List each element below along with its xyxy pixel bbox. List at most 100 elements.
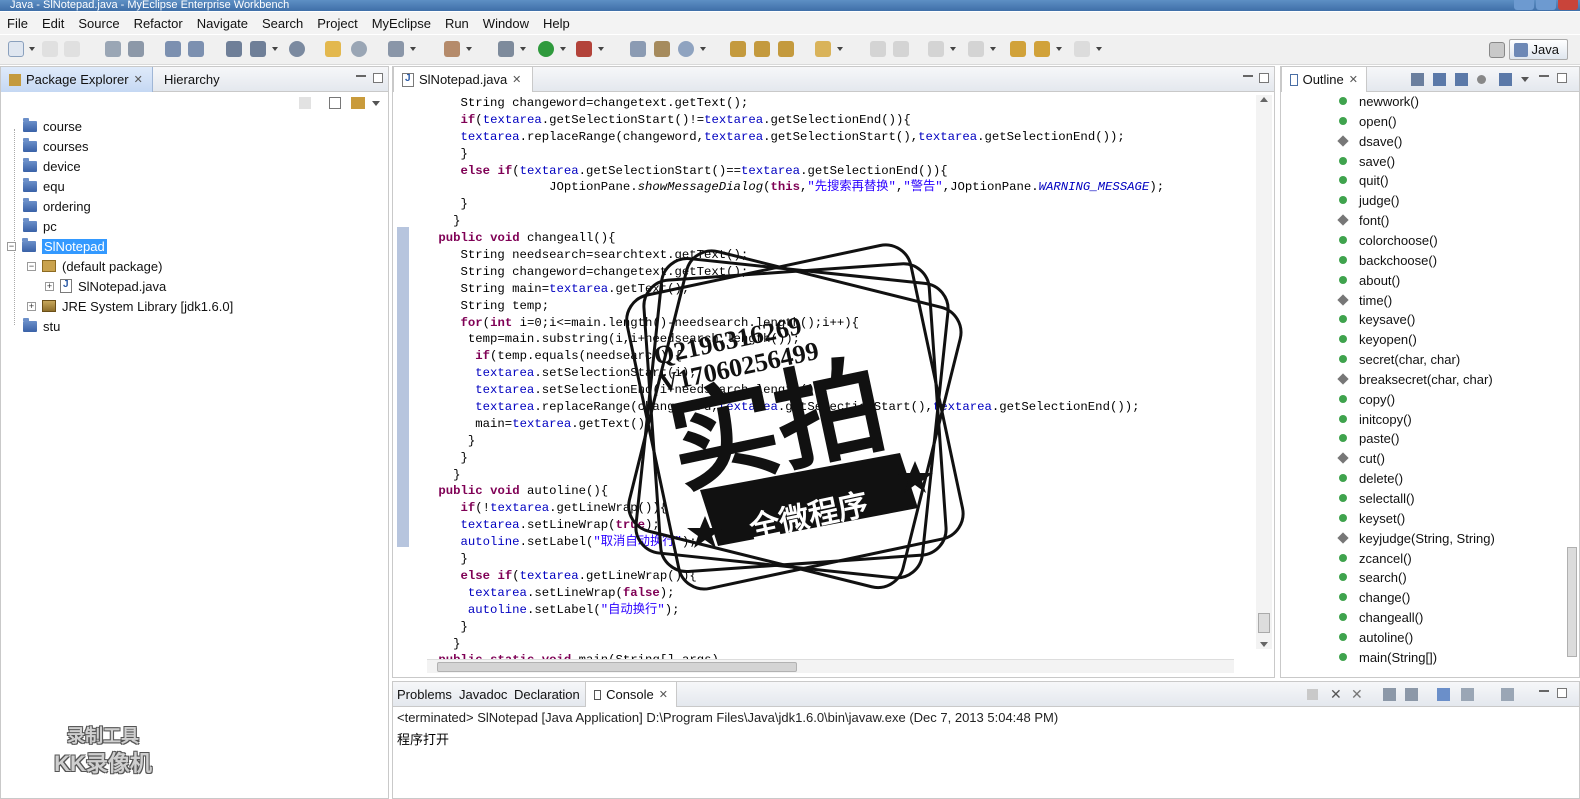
minimize-window-icon[interactable] — [1514, 0, 1534, 10]
maximize-pane-icon[interactable] — [373, 73, 383, 83]
editor-horizontal-scrollbar[interactable] — [427, 659, 1234, 673]
close-tab-icon[interactable]: ✕ — [1349, 73, 1358, 86]
outline-item[interactable]: changeall() — [1339, 608, 1423, 627]
outline-item[interactable]: copy() — [1339, 390, 1395, 409]
maximize-pane-icon[interactable] — [1557, 688, 1567, 698]
outline-item[interactable]: initcopy() — [1339, 410, 1412, 429]
open-folder-icon[interactable] — [325, 41, 341, 57]
open-type-icon[interactable] — [730, 41, 746, 57]
server-dropdown-icon[interactable] — [272, 47, 278, 51]
editor-horizontal-thumb[interactable] — [437, 662, 797, 672]
tree-item-jre-library[interactable]: + JRE System Library [jdk1.6.0] — [27, 297, 233, 315]
minimize-pane-icon[interactable] — [1243, 74, 1253, 77]
tree-item-slnotepad[interactable]: − SlNotepad — [7, 237, 107, 255]
display-console-icon[interactable] — [1461, 688, 1474, 701]
outline-item[interactable]: breaksecret(char, char) — [1337, 370, 1493, 389]
tab-slnotepad-java[interactable]: SlNotepad.java ✕ — [393, 67, 533, 92]
scroll-up-icon[interactable] — [1260, 97, 1268, 102]
outline-item[interactable]: keyopen() — [1339, 330, 1417, 349]
search-icon[interactable] — [778, 41, 794, 57]
outline-item[interactable]: keyjudge(String, String) — [1337, 529, 1495, 548]
save-icon[interactable] — [42, 41, 58, 57]
view-menu-icon[interactable] — [372, 101, 380, 106]
outline-item[interactable]: secret(char, char) — [1339, 350, 1460, 369]
next-annotation-icon[interactable] — [928, 41, 944, 57]
code-line[interactable]: if(textarea.getSelectionStart()!=textare… — [431, 112, 1254, 129]
close-tab-icon[interactable]: ✕ — [134, 73, 143, 86]
menu-project[interactable]: Project — [310, 16, 364, 31]
code-line[interactable]: } — [431, 619, 1254, 636]
code-line[interactable]: } — [431, 636, 1254, 653]
code-line[interactable]: } — [431, 146, 1254, 163]
tree-item-equ[interactable]: equ — [23, 177, 65, 195]
outline-item[interactable]: quit() — [1339, 171, 1389, 190]
link-with-editor-icon[interactable] — [351, 97, 365, 109]
forward-dropdown-icon[interactable] — [1096, 47, 1102, 51]
new-enum-dropdown-icon[interactable] — [700, 47, 706, 51]
outline-scrollbar[interactable] — [1567, 547, 1577, 657]
outline-item[interactable]: dsave() — [1337, 132, 1402, 151]
scroll-lock-icon[interactable] — [1405, 688, 1418, 701]
menu-navigate[interactable]: Navigate — [190, 16, 255, 31]
menu-file[interactable]: File — [0, 16, 35, 31]
outline-item[interactable]: time() — [1337, 291, 1392, 310]
outline-item[interactable]: zcancel() — [1339, 549, 1412, 568]
tab-problems[interactable]: Problems — [393, 682, 456, 707]
new-icon[interactable] — [8, 41, 24, 57]
menu-search[interactable]: Search — [255, 16, 310, 31]
outline-item[interactable]: keyset() — [1339, 509, 1405, 528]
code-line[interactable]: JOptionPane.showMessageDialog(this,"先搜索再… — [431, 179, 1254, 196]
window-icon[interactable] — [388, 41, 404, 57]
annotation-icon[interactable] — [815, 41, 831, 57]
menu-help[interactable]: Help — [536, 16, 577, 31]
menu-run[interactable]: Run — [438, 16, 476, 31]
outline-item[interactable]: save() — [1339, 152, 1395, 171]
code-line[interactable]: else if(textarea.getSelectionStart()==te… — [431, 163, 1254, 180]
outline-item[interactable]: colorchoose() — [1339, 231, 1438, 250]
menu-window[interactable]: Window — [476, 16, 536, 31]
new-interface-icon[interactable] — [654, 41, 670, 57]
tree-item-ordering[interactable]: ordering — [23, 197, 91, 215]
tree-item-pc[interactable]: pc — [23, 217, 57, 235]
deploy-icon[interactable] — [165, 41, 181, 57]
terminate-icon[interactable] — [1307, 689, 1318, 700]
outline-item[interactable]: newwork() — [1339, 92, 1419, 111]
clear-console-icon[interactable] — [1383, 688, 1396, 701]
remove-all-icon[interactable]: ✕ — [1351, 686, 1363, 703]
tab-javadoc[interactable]: Javadoc — [455, 682, 511, 707]
code-line[interactable]: textarea.replaceRange(changeword,textare… — [431, 129, 1254, 146]
hide-static-icon[interactable] — [1455, 73, 1468, 86]
run-icon[interactable] — [538, 41, 554, 57]
close-window-icon[interactable] — [1558, 0, 1578, 10]
open-perspective-icon[interactable] — [1488, 41, 1505, 58]
back-nav-icon[interactable] — [299, 97, 311, 109]
last-edit-location-icon[interactable] — [1010, 41, 1026, 57]
new-dropdown-icon[interactable] — [29, 47, 35, 51]
tab-package-explorer[interactable]: Package Explorer ✕ — [1, 67, 153, 92]
previous-annotation-dropdown-icon[interactable] — [990, 47, 996, 51]
database-icon[interactable] — [128, 41, 144, 57]
window-dropdown-icon[interactable] — [410, 47, 416, 51]
tree-item-default-package[interactable]: − (default package) — [27, 257, 162, 275]
debug-icon[interactable] — [498, 41, 514, 57]
mark-occurrences-icon[interactable] — [893, 41, 909, 57]
editor-vertical-scrollbar[interactable] — [1256, 95, 1272, 649]
menu-source[interactable]: Source — [71, 16, 126, 31]
menu-edit[interactable]: Edit — [35, 16, 71, 31]
collapse-toggle-icon[interactable]: − — [7, 241, 16, 251]
view-menu-icon[interactable] — [1521, 77, 1529, 82]
editor-scroll-thumb[interactable] — [1258, 613, 1270, 633]
new-class-dropdown-icon[interactable] — [466, 47, 472, 51]
outline-item[interactable]: cut() — [1337, 449, 1385, 468]
previous-annotation-icon[interactable] — [968, 41, 984, 57]
toggle-breadcrumb-icon[interactable] — [870, 41, 886, 57]
tree-item-device[interactable]: device — [23, 157, 81, 175]
refresh-icon[interactable] — [351, 41, 367, 57]
outline-item[interactable]: backchoose() — [1339, 251, 1437, 270]
open-console-icon[interactable] — [1501, 688, 1514, 701]
external-tools-dropdown-icon[interactable] — [598, 47, 604, 51]
outline-item[interactable]: about() — [1339, 271, 1400, 290]
outline-item[interactable]: open() — [1339, 112, 1397, 131]
tree-item-course[interactable]: course — [23, 117, 82, 135]
new-class-icon[interactable] — [444, 41, 460, 57]
